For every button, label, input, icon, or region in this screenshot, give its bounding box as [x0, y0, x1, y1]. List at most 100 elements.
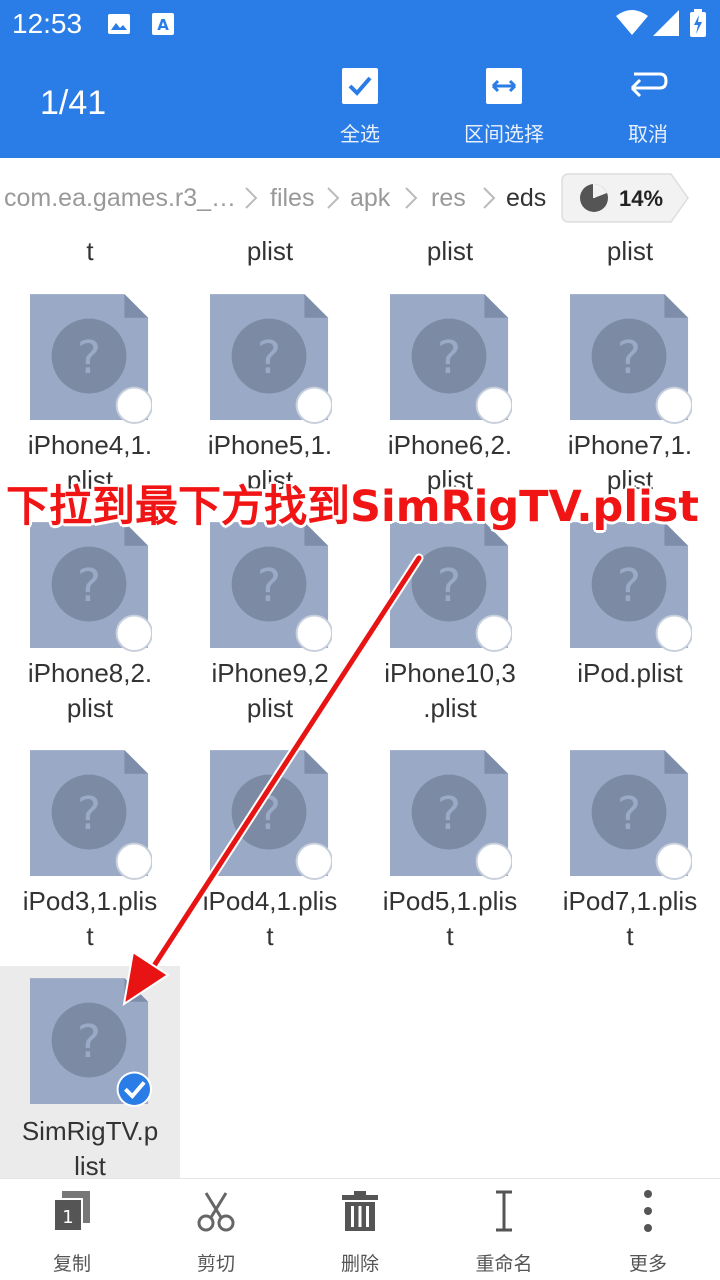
file-name-line2: .plist	[423, 693, 477, 723]
file-item[interactable]: ? iPhone10,3 .plist	[360, 522, 540, 723]
image-notification-icon	[107, 12, 131, 40]
svg-text:?: ?	[257, 331, 281, 384]
svg-text:?: ?	[257, 559, 281, 612]
battery-icon	[690, 9, 706, 41]
rename-label: 重命名	[475, 1253, 533, 1275]
file-name-line1: SimRigTV.p	[21, 1116, 159, 1146]
file-name-tail: plist	[246, 236, 294, 266]
file-item[interactable]: ? iPhone6,2. plist	[360, 294, 540, 495]
file-name-line2: t	[626, 921, 634, 951]
unchecked-checkbox-icon[interactable]	[118, 844, 156, 882]
file-name-line1: iPod3,1.plis	[22, 886, 158, 916]
unchecked-checkbox-icon[interactable]	[478, 844, 516, 882]
more-vert-icon	[588, 1187, 708, 1235]
range-arrows-icon	[444, 66, 564, 106]
file-name-line2: t	[266, 921, 274, 951]
unchecked-checkbox-icon[interactable]	[478, 616, 516, 654]
file-item[interactable]: ? iPod7,1.plis t	[540, 750, 720, 951]
delete-button[interactable]: 删除	[300, 1187, 420, 1276]
file-item[interactable]: ? iPhone9,2 plist	[180, 522, 360, 723]
bottom-toolbar: 1 复制 剪切 删除 重命名 更多	[0, 1178, 720, 1280]
breadcrumb-item-eds[interactable]: eds	[506, 184, 546, 213]
file-item[interactable]: ? iPod4,1.plis t	[180, 750, 360, 951]
copy-icon: 1	[12, 1187, 132, 1235]
delete-label: 删除	[340, 1253, 379, 1275]
svg-text:?: ?	[77, 331, 101, 384]
unchecked-checkbox-icon[interactable]	[658, 844, 696, 882]
selection-counter: 1/41	[40, 84, 107, 122]
chevron-right-icon	[482, 186, 496, 214]
status-time: 12:53	[12, 8, 83, 39]
unchecked-checkbox-icon[interactable]	[118, 388, 156, 426]
rename-button[interactable]: 重命名	[444, 1187, 564, 1276]
breadcrumb-item-apk[interactable]: apk	[350, 184, 390, 213]
signal-icon	[653, 10, 679, 40]
file-name-line1: iPhone4,1.	[27, 430, 153, 460]
return-arrow-icon	[588, 66, 708, 106]
svg-text:?: ?	[437, 787, 461, 840]
copy-button[interactable]: 1 复制	[12, 1187, 132, 1276]
trash-icon	[300, 1187, 420, 1235]
file-item[interactable]: ? SimRigTV.p list	[0, 966, 180, 1181]
file-name-line1: iPod.plist	[577, 658, 683, 688]
svg-text:?: ?	[437, 559, 461, 612]
svg-text:?: ?	[617, 787, 641, 840]
unchecked-checkbox-icon[interactable]	[658, 388, 696, 426]
wifi-icon	[616, 10, 648, 40]
breadcrumb-item-res[interactable]: res	[431, 184, 466, 213]
file-item[interactable]: ? iPhone4,1. plist	[0, 294, 180, 495]
svg-text:?: ?	[77, 1015, 101, 1068]
unchecked-checkbox-icon[interactable]	[478, 388, 516, 426]
file-name-line1: iPhone9,2	[211, 658, 329, 688]
unchecked-checkbox-icon[interactable]	[658, 616, 696, 654]
breadcrumb-item-package[interactable]: com.ea.games.r3_…	[4, 184, 236, 213]
file-name-line1: iPhone8,2.	[27, 658, 153, 688]
cancel-button[interactable]: 取消	[588, 66, 708, 147]
file-item[interactable]: ? iPod3,1.plis t	[0, 750, 180, 951]
file-item[interactable]: ? iPod.plist	[540, 522, 720, 722]
range-select-label: 区间选择	[464, 122, 544, 146]
file-item[interactable]: ? iPhone7,1. plist	[540, 294, 720, 495]
keyboard-notification-icon: A	[151, 12, 175, 40]
svg-text:?: ?	[77, 559, 101, 612]
file-name-line1: iPhone7,1.	[567, 430, 693, 460]
copy-label: 复制	[52, 1253, 91, 1275]
storage-percent: 14%	[619, 186, 664, 211]
svg-text:A: A	[157, 16, 169, 34]
file-item[interactable]: ? iPod5,1.plis t	[360, 750, 540, 951]
file-name-line2: plist	[246, 693, 294, 723]
unchecked-checkbox-icon[interactable]	[298, 844, 336, 882]
cut-button[interactable]: 剪切	[156, 1187, 276, 1276]
select-all-button[interactable]: 全选	[300, 66, 420, 147]
chevron-right-icon	[244, 186, 258, 214]
selection-action-bar: 1/41 全选 区间选择 取消	[0, 52, 720, 158]
svg-text:?: ?	[437, 331, 461, 384]
file-item[interactable]: ? iPhone5,1. plist	[180, 294, 360, 495]
file-name-tail: t	[86, 236, 94, 266]
more-button[interactable]: 更多	[588, 1187, 708, 1276]
file-name-line1: iPod4,1.plis	[202, 886, 338, 916]
unchecked-checkbox-icon[interactable]	[298, 616, 336, 654]
scissors-icon	[156, 1187, 276, 1235]
select-all-label: 全选	[340, 122, 380, 146]
file-name-line1: iPhone10,3	[384, 658, 516, 688]
range-select-button[interactable]: 区间选择	[444, 66, 564, 147]
text-cursor-icon	[444, 1187, 564, 1235]
file-item[interactable]: ? iPhone8,2. plist	[0, 522, 180, 723]
unchecked-checkbox-icon[interactable]	[298, 388, 336, 426]
file-name-line2: plist	[66, 693, 114, 723]
unchecked-checkbox-icon[interactable]	[118, 616, 156, 654]
file-name-tail: plist	[426, 236, 474, 266]
cancel-label: 取消	[628, 122, 668, 146]
svg-text:?: ?	[77, 787, 101, 840]
pie-chart-icon	[579, 183, 609, 217]
chevron-right-icon	[404, 186, 418, 214]
checked-checkbox-icon[interactable]	[118, 1072, 156, 1110]
file-name-line2: t	[86, 921, 94, 951]
breadcrumb-item-files[interactable]: files	[270, 184, 314, 213]
file-name-line1: iPod7,1.plis	[562, 886, 698, 916]
instruction-annotation: 下拉到最下方找到SimRigTV.plist	[6, 482, 699, 532]
check-box-icon	[300, 66, 420, 106]
storage-usage-chip[interactable]: 14%	[561, 173, 689, 223]
file-name-line1: iPod5,1.plis	[382, 886, 518, 916]
